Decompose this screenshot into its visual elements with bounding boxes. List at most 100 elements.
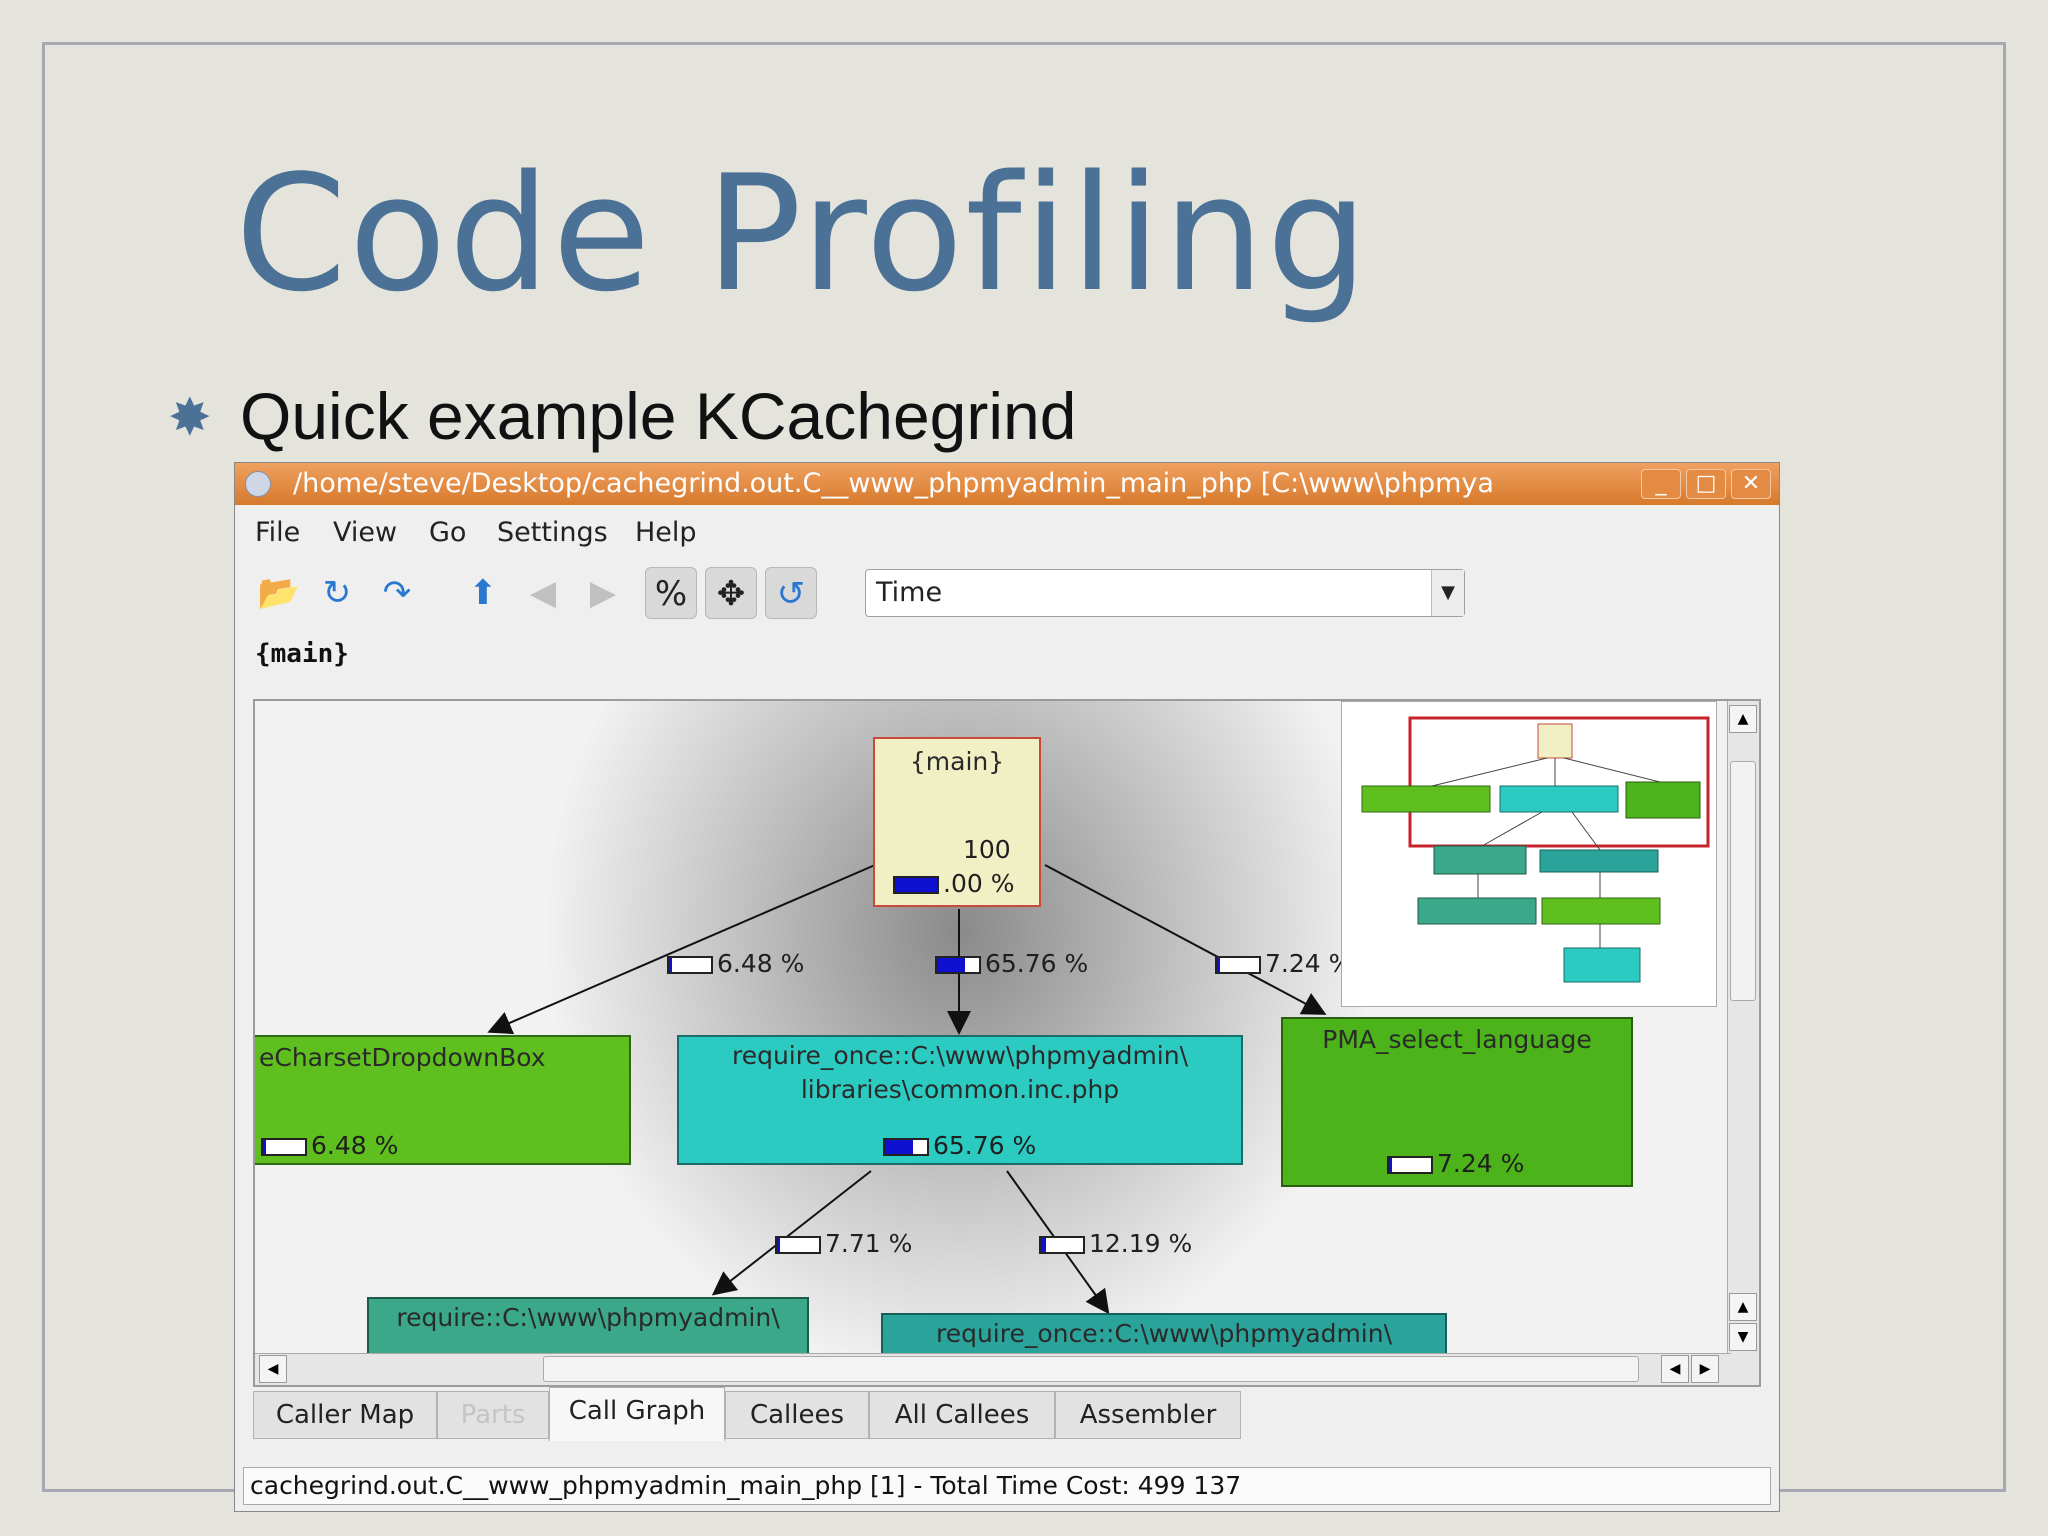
- tab-all-callees[interactable]: All Callees: [869, 1391, 1055, 1439]
- minimap-node: [1433, 845, 1527, 875]
- window-title: /home/steve/Desktop/cachegrind.out.C__ww…: [293, 468, 1494, 499]
- move-icon[interactable]: ✥: [705, 567, 757, 619]
- edge-label-select-language: 7.24 %: [1215, 949, 1352, 978]
- scroll-up-icon[interactable]: ▲: [1729, 1293, 1757, 1321]
- vertical-scrollbar[interactable]: ▲ ▲ ▼: [1727, 701, 1759, 1385]
- menu-view[interactable]: View: [333, 517, 397, 548]
- cost-bar-fill: [263, 1140, 266, 1154]
- minimap-node: [1537, 723, 1573, 759]
- up-icon[interactable]: ⬆: [457, 567, 509, 619]
- node-charset-dropdown[interactable]: eCharsetDropdownBox 6.48 %: [255, 1035, 631, 1165]
- call-graph-view[interactable]: {main} 100 .00 % 6.48 % 65.76 % 7.24 % 7…: [253, 699, 1761, 1387]
- scroll-left-icon[interactable]: ◀: [259, 1355, 287, 1383]
- cost-bar: [775, 1236, 821, 1254]
- node-select-language-pct-text: 7.24 %: [1437, 1149, 1525, 1178]
- maximize-button[interactable]: □: [1686, 469, 1726, 499]
- scroll-down-icon[interactable]: ▼: [1729, 1323, 1757, 1351]
- back-icon[interactable]: ◀: [517, 567, 569, 619]
- cost-bar: [261, 1138, 307, 1156]
- node-main-pct: .00 %: [893, 867, 1014, 900]
- tab-call-graph[interactable]: Call Graph: [549, 1387, 725, 1441]
- app-icon[interactable]: [245, 471, 271, 497]
- scroll-left-icon[interactable]: ◀: [1661, 1355, 1689, 1383]
- close-button[interactable]: ✕: [1731, 469, 1771, 499]
- percent-icon[interactable]: %: [645, 567, 697, 619]
- scroll-right-icon[interactable]: ▶: [1691, 1355, 1719, 1383]
- menu-bar: File View Go Settings Help: [235, 505, 1779, 555]
- cost-bar: [1387, 1156, 1433, 1174]
- slide-title: Code Profiling: [235, 140, 1370, 327]
- cost-bar-fill: [669, 958, 672, 972]
- node-main-pct-text: .00 %: [943, 869, 1015, 898]
- cost-bar-fill: [1217, 958, 1220, 972]
- node-main-name: {main}: [909, 747, 1005, 776]
- tab-bar: Caller Map Parts Call Graph Callees All …: [253, 1387, 1253, 1441]
- tab-parts[interactable]: Parts: [437, 1391, 549, 1439]
- bullet-star-icon: ✸: [168, 388, 212, 448]
- cost-bar: [667, 956, 713, 974]
- node-common-inc[interactable]: require_once::C:\www\phpmyadmin\ librari…: [677, 1035, 1243, 1165]
- edge-label-select-language-text: 7.24 %: [1265, 949, 1353, 978]
- kcachegrind-window: /home/steve/Desktop/cachegrind.out.C__ww…: [234, 462, 1780, 1512]
- current-function-label: {main}: [255, 639, 349, 669]
- edge-label-require-once-text: 12.19 %: [1089, 1229, 1193, 1258]
- node-common-pct-text: 65.76 %: [933, 1131, 1037, 1160]
- minimap-node: [1417, 897, 1537, 925]
- node-common-name-1: require_once::C:\www\phpmyadmin\: [731, 1041, 1189, 1070]
- scroll-up-icon[interactable]: ▲: [1729, 705, 1757, 733]
- minimap-drawing: [1361, 716, 1710, 983]
- menu-help[interactable]: Help: [635, 517, 697, 548]
- cost-bar: [1215, 956, 1261, 974]
- vertical-scroll-thumb[interactable]: [1730, 761, 1756, 1001]
- edge-label-require-once: 12.19 %: [1039, 1229, 1192, 1258]
- menu-settings[interactable]: Settings: [497, 517, 608, 548]
- node-require-once-name: require_once::C:\www\phpmyadmin\: [935, 1319, 1393, 1348]
- tab-caller-map[interactable]: Caller Map: [253, 1391, 437, 1439]
- horizontal-scrollbar[interactable]: ◀ ◀ ▶: [255, 1353, 1731, 1385]
- edge-label-charset: 6.48 %: [667, 949, 804, 978]
- next-icon[interactable]: ▶: [577, 567, 629, 619]
- edge-main-to-select-language: [1044, 864, 1327, 1015]
- node-charset-pct: 6.48 %: [261, 1129, 398, 1162]
- node-require-name: require::C:\www\phpmyadmin\: [396, 1303, 780, 1332]
- menu-go[interactable]: Go: [429, 517, 466, 548]
- edge-label-require-text: 7.71 %: [825, 1229, 913, 1258]
- cost-bar-fill: [895, 878, 937, 892]
- forward-arrow-icon[interactable]: ↷: [371, 567, 423, 619]
- toolbar: 📂 ↻ ↷ ⬆ ◀ ▶ % ✥ ↺ Time ▼: [235, 555, 1779, 631]
- node-common-pct: 65.76 %: [883, 1129, 1036, 1162]
- edge-label-require: 7.71 %: [775, 1229, 912, 1258]
- cost-bar: [1039, 1236, 1085, 1254]
- cost-bar-fill: [1041, 1238, 1047, 1252]
- node-select-language[interactable]: PMA_select_language 7.24 %: [1281, 1017, 1633, 1187]
- cost-bar-fill: [777, 1238, 781, 1252]
- minimap-node: [1499, 785, 1619, 813]
- menu-file[interactable]: File: [255, 517, 300, 548]
- event-type-select[interactable]: Time ▼: [865, 569, 1465, 617]
- birds-eye-minimap[interactable]: [1341, 701, 1717, 1007]
- title-bar[interactable]: /home/steve/Desktop/cachegrind.out.C__ww…: [235, 463, 1779, 505]
- node-select-language-name: PMA_select_language: [1322, 1025, 1592, 1054]
- horizontal-scroll-thumb[interactable]: [543, 1356, 1639, 1382]
- node-main[interactable]: {main} 100 .00 %: [873, 737, 1041, 907]
- status-bar: cachegrind.out.C__www_phpmyadmin_main_ph…: [243, 1467, 1771, 1505]
- minimap-node: [1563, 947, 1641, 983]
- tab-assembler[interactable]: Assembler: [1055, 1391, 1241, 1439]
- cycle-icon[interactable]: ↺: [765, 567, 817, 619]
- minimap-node: [1541, 897, 1661, 925]
- reload-icon[interactable]: ↻: [311, 567, 363, 619]
- node-select-language-pct: 7.24 %: [1387, 1147, 1524, 1180]
- minimap-node: [1361, 785, 1491, 813]
- minimap-node: [1539, 849, 1659, 873]
- cost-bar: [883, 1138, 929, 1156]
- minimize-button[interactable]: _: [1641, 469, 1681, 499]
- node-charset-name: eCharsetDropdownBox: [259, 1043, 546, 1072]
- open-icon[interactable]: 📂: [253, 567, 305, 619]
- node-main-cost: 100: [963, 835, 1011, 864]
- tab-callees[interactable]: Callees: [725, 1391, 869, 1439]
- cost-bar: [935, 956, 981, 974]
- edge-main-to-charset: [487, 864, 876, 1035]
- chevron-down-icon[interactable]: ▼: [1431, 570, 1464, 616]
- minimap-node: [1625, 781, 1701, 819]
- cost-bar-fill: [885, 1140, 913, 1154]
